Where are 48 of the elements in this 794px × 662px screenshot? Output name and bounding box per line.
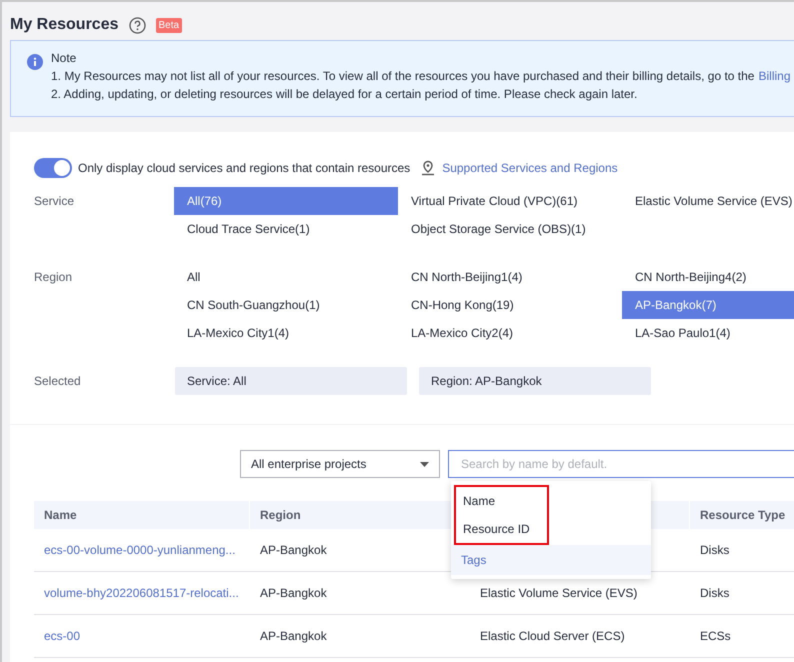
table-cell-text: Elastic Cloud Server (ECS) (479, 628, 626, 645)
caret-icon (420, 462, 429, 466)
filter-option[interactable]: CN South-Guangzhou(1) (174, 291, 398, 319)
location-icon (420, 160, 436, 176)
filter-option[interactable]: All(76) (174, 187, 398, 215)
resource-name-link[interactable]: ecs-00-volume-0000-yunlianmeng... (34, 541, 250, 559)
table-cell-text: Disks (699, 585, 730, 602)
filter-label: Service (34, 193, 76, 210)
filter-option[interactable]: Cloud Trace Service(1) (174, 215, 398, 243)
billing-link[interactable]: Billing (758, 67, 790, 85)
table-cell-text: AP-Bangkok (259, 585, 328, 602)
toggle-switch[interactable] (34, 158, 72, 178)
filter-option[interactable]: LA-Mexico City1(4) (174, 319, 398, 347)
filter-option[interactable]: All (174, 263, 398, 291)
filter-option[interactable]: CN North-Beijing1(4) (398, 263, 622, 291)
supported-services-link[interactable]: Supported Services and Regions (442, 159, 618, 177)
resource-name-link[interactable]: volume-bhy202206081517-relocati... (34, 584, 250, 602)
note-line: 1. My Resources may not list all of your resources. To view all of the resources you have purchased and their billing details, go to the (51, 68, 754, 85)
menu-item[interactable]: Tags (451, 545, 651, 575)
table-cell-text: Disks (699, 542, 730, 559)
filter-option[interactable]: LA-Sao Paulo1(4) (622, 319, 794, 347)
filter-option[interactable]: Elastic Volume Service (EVS) (622, 187, 794, 215)
project-select[interactable]: All enterprise projects (240, 450, 440, 478)
filter-label: Region (34, 269, 74, 286)
selected-chip: Service: All (175, 367, 407, 395)
search-field[interactable]: Search by name by default. (448, 450, 794, 478)
info-icon (27, 54, 43, 70)
table-cell-text: AP-Bangkok (259, 542, 328, 559)
note-line: 2. Adding, updating, or deleting resources will be delayed for a certain period of time. Please check again later. (51, 86, 638, 103)
page-title: My Resources (10, 15, 118, 35)
filter-option[interactable]: LA-Mexico City2(4) (398, 319, 622, 347)
resource-name-link[interactable]: ecs-00 (34, 627, 250, 645)
help-icon[interactable] (128, 16, 146, 34)
note-title: Note (51, 50, 78, 67)
column-header: Resource Type (699, 507, 786, 524)
beta-badge: Beta (156, 18, 182, 32)
filter-option[interactable]: Object Storage Service (OBS)(1) (398, 215, 622, 243)
filter-option[interactable]: CN-Hong Kong(19) (398, 291, 622, 319)
filter-label: Selected (34, 373, 82, 390)
selected-chip: Region: AP-Bangkok (419, 367, 651, 395)
table-cell-text: ECSs (699, 628, 732, 645)
column-header: Name (34, 501, 250, 529)
toggle-label: Only display cloud services and regions that contain resources (78, 160, 410, 177)
filter-option[interactable]: Virtual Private Cloud (VPC)(61) (398, 187, 622, 215)
filter-option[interactable]: AP-Bangkok(7) (622, 291, 794, 319)
filter-option[interactable]: CN North-Beijing4(2) (622, 263, 794, 291)
table-cell-text: Elastic Volume Service (EVS) (479, 585, 638, 602)
table-cell-text: AP-Bangkok (259, 628, 328, 645)
